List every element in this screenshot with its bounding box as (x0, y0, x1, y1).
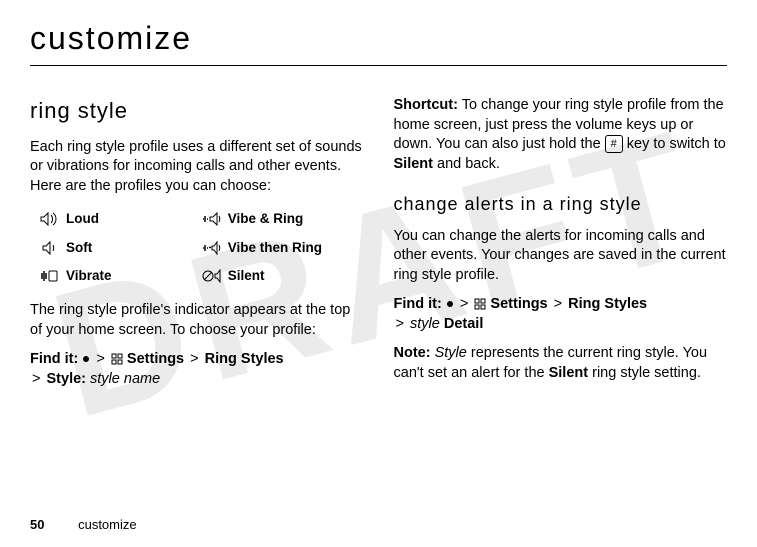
loud-icon (40, 212, 60, 226)
vibe-ring-icon (202, 212, 222, 226)
settings-icon (111, 351, 127, 367)
vibrate-icon (40, 269, 60, 283)
find-it-left: Find it: > Settings > Ring Styles > Styl… (30, 350, 364, 389)
right-column: Shortcut: To change your ring style prof… (394, 96, 728, 399)
ring-style-intro: Each ring style profile uses a different… (30, 138, 364, 197)
settings-text: Settings (127, 351, 184, 367)
profile-label: Vibe then Ring (228, 239, 322, 257)
find-it-label: Find it: (394, 296, 442, 312)
profile-label: Vibe & Ring (228, 210, 304, 228)
silent-icon (202, 269, 222, 283)
change-alerts-heading: change alerts in a ring style (394, 192, 728, 216)
vibe-then-ring-icon (202, 241, 222, 255)
shortcut-silent: Silent (394, 156, 433, 172)
soft-icon (40, 241, 60, 255)
page-number: 50 (30, 517, 44, 532)
style-name-placeholder: style name (90, 371, 160, 387)
profile-silent: Silent (202, 267, 364, 285)
profile-vibrate: Vibrate (40, 267, 202, 285)
style-prefix: Style: (47, 371, 87, 387)
left-column: ring style Each ring style profile uses … (30, 96, 364, 399)
profile-vibe-then-ring: Vibe then Ring (202, 239, 364, 257)
after-profiles-text: The ring style profile's indicator appea… (30, 301, 364, 340)
shortcut-text-2: key to switch to (627, 136, 726, 152)
note-paragraph: Note: Style represents the current ring … (394, 344, 728, 383)
center-key-icon (447, 301, 453, 307)
shortcut-paragraph: Shortcut: To change your ring style prof… (394, 96, 728, 174)
detail-label: Detail (444, 316, 484, 332)
shortcut-text-3: and back. (437, 156, 500, 172)
note-text-3: ring style setting. (592, 365, 701, 381)
profiles-grid: Loud Vibe & Ring Soft (40, 210, 364, 285)
page-title: customize (30, 20, 727, 57)
note-label: Note: (394, 345, 431, 361)
find-it-right: Find it: > Settings > Ring Styles > styl… (394, 295, 728, 334)
settings-icon (474, 296, 490, 312)
profile-label: Loud (66, 210, 99, 228)
ring-styles-text: Ring Styles (205, 351, 284, 367)
profile-loud: Loud (40, 210, 202, 228)
page-footer: 50 customize (30, 517, 137, 532)
profile-label: Vibrate (66, 267, 112, 285)
find-it-label: Find it: (30, 351, 78, 367)
ring-style-heading: ring style (30, 96, 364, 126)
change-alerts-intro: You can change the alerts for incoming c… (394, 227, 728, 286)
hash-key-icon: # (605, 135, 623, 153)
ring-styles-text: Ring Styles (568, 296, 647, 312)
profile-vibe-ring: Vibe & Ring (202, 210, 364, 228)
profile-soft: Soft (40, 239, 202, 257)
note-style-word: Style (435, 345, 467, 361)
footer-section: customize (78, 517, 137, 532)
title-rule (30, 65, 727, 66)
style-word: style (410, 316, 440, 332)
note-silent: Silent (549, 365, 588, 381)
settings-text: Settings (490, 296, 547, 312)
center-key-icon (83, 356, 89, 362)
profile-label: Soft (66, 239, 92, 257)
shortcut-label: Shortcut: (394, 97, 458, 113)
profile-label: Silent (228, 267, 265, 285)
